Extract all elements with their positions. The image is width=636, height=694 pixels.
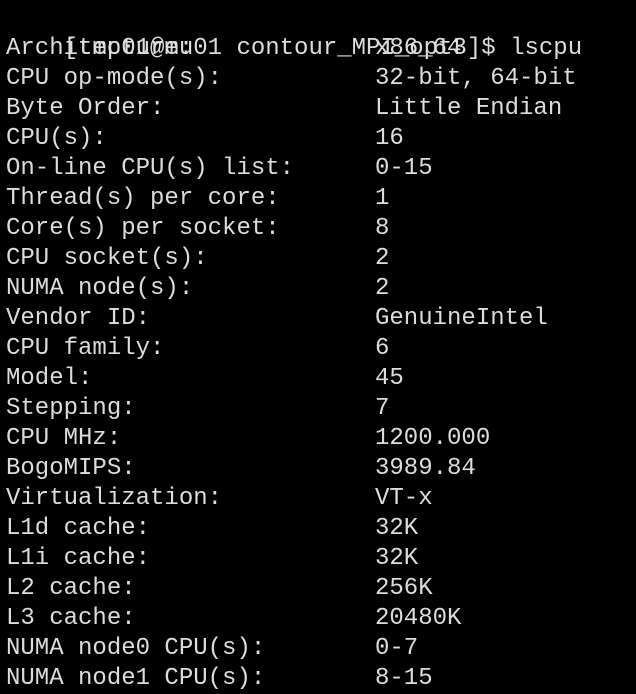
output-row: NUMA node(s): 2 bbox=[6, 274, 636, 304]
output-row-value: 8-15 bbox=[375, 665, 433, 692]
output-row: Virtualization: VT-x bbox=[6, 484, 636, 514]
output-row: Vendor ID: GenuineIntel bbox=[6, 304, 636, 334]
output-row-value: 2 bbox=[375, 245, 390, 272]
output-row-key: Architecture: bbox=[6, 35, 194, 62]
output-row-value: 6 bbox=[375, 335, 390, 362]
output-row: Architecture: x86_64 bbox=[6, 34, 636, 64]
output-row-key: Core(s) per socket: bbox=[6, 215, 280, 242]
output-row: L1i cache: 32K bbox=[6, 544, 636, 574]
output-row-key: CPU family: bbox=[6, 335, 165, 362]
output-row-value: 45 bbox=[375, 365, 404, 392]
output-row-key: Byte Order: bbox=[6, 95, 165, 122]
output-row: Core(s) per socket: 8 bbox=[6, 214, 636, 244]
output-row-key: CPU(s): bbox=[6, 125, 107, 152]
output-row-value: VT-x bbox=[375, 485, 433, 512]
output-row-value: 256K bbox=[375, 575, 433, 602]
command-prompt-line: [tmp01@mu01 contour_MPI_opt3]$ lscpu bbox=[6, 4, 636, 62]
output-row-key: Stepping: bbox=[6, 395, 136, 422]
output-row: CPU MHz: 1200.000 bbox=[6, 424, 636, 454]
lscpu-output: Architecture: x86_64 CPU op-mode(s): 32-bit… bbox=[6, 34, 636, 694]
output-row-key: L1d cache: bbox=[6, 515, 151, 542]
output-row: CPU op-mode(s): 32-bit, 64-bit bbox=[6, 64, 636, 94]
output-row: L1d cache: 32K bbox=[6, 514, 636, 544]
output-row: On-line CPU(s) list: 0-15 bbox=[6, 154, 636, 184]
output-row: BogoMIPS: 3989.84 bbox=[6, 454, 636, 484]
output-row-key: L3 cache: bbox=[6, 605, 136, 632]
output-row-value: 8 bbox=[375, 215, 390, 242]
output-row-key: L1i cache: bbox=[6, 545, 151, 572]
output-row-value: 32-bit, 64-bit bbox=[375, 65, 577, 92]
output-row-value: 2 bbox=[375, 275, 390, 302]
output-row-value: 16 bbox=[375, 125, 404, 152]
output-row-value: Little Endian bbox=[375, 95, 563, 122]
output-row-value: 0-15 bbox=[375, 155, 433, 182]
output-row-key: Virtualization: bbox=[6, 485, 223, 512]
output-row-value: 32K bbox=[375, 545, 419, 572]
output-row-key: CPU socket(s): bbox=[6, 245, 208, 272]
terminal-window[interactable]: [tmp01@mu01 contour_MPI_opt3]$ lscpu Arc… bbox=[0, 0, 636, 694]
output-row: CPU socket(s): 2 bbox=[6, 244, 636, 274]
output-row-key: NUMA node0 CPU(s): bbox=[6, 635, 266, 662]
output-row-key: Vendor ID: bbox=[6, 305, 151, 332]
output-row: L2 cache: 256K bbox=[6, 574, 636, 604]
output-row-key: NUMA node(s): bbox=[6, 275, 194, 302]
output-row-key: L2 cache: bbox=[6, 575, 136, 602]
output-row-key: NUMA node1 CPU(s): bbox=[6, 665, 266, 692]
output-row-key: CPU MHz: bbox=[6, 425, 122, 452]
output-row-key: Thread(s) per core: bbox=[6, 185, 280, 212]
output-row-value: GenuineIntel bbox=[375, 305, 548, 332]
output-row-value: 32K bbox=[375, 515, 419, 542]
output-row-value: x86_64 bbox=[375, 35, 462, 62]
output-row: L3 cache: 20480K bbox=[6, 604, 636, 634]
output-row-value: 7 bbox=[375, 395, 390, 422]
output-row-key: CPU op-mode(s): bbox=[6, 65, 223, 92]
output-row-value: 0-7 bbox=[375, 635, 419, 662]
output-row-value: 20480K bbox=[375, 605, 462, 632]
output-row: Thread(s) per core: 1 bbox=[6, 184, 636, 214]
output-row-key: Model: bbox=[6, 365, 93, 392]
output-row: NUMA node1 CPU(s): 8-15 bbox=[6, 664, 636, 694]
output-row-value: 3989.84 bbox=[375, 455, 476, 482]
output-row: Model: 45 bbox=[6, 364, 636, 394]
output-row: Stepping: 7 bbox=[6, 394, 636, 424]
output-row-key: BogoMIPS: bbox=[6, 455, 136, 482]
output-row-value: 1200.000 bbox=[375, 425, 491, 452]
output-row: CPU family: 6 bbox=[6, 334, 636, 364]
output-row: CPU(s): 16 bbox=[6, 124, 636, 154]
output-row-key: On-line CPU(s) list: bbox=[6, 155, 295, 182]
output-row-value: 1 bbox=[375, 185, 390, 212]
output-row: NUMA node0 CPU(s): 0-7 bbox=[6, 634, 636, 664]
output-row: Byte Order: Little Endian bbox=[6, 94, 636, 124]
